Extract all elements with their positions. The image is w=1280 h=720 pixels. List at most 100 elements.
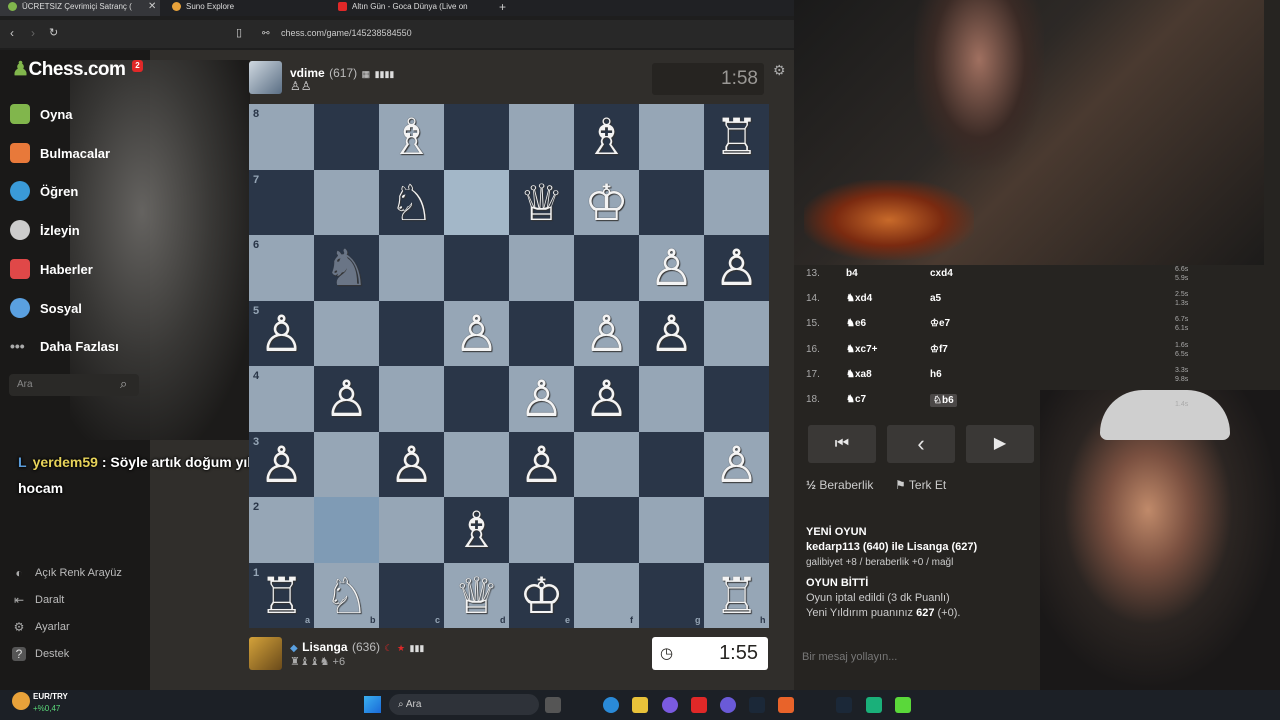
- board-square[interactable]: [509, 235, 574, 301]
- chess-piece[interactable]: ♙: [639, 235, 704, 301]
- bookmark-icon[interactable]: ▯: [236, 26, 242, 39]
- settings-button[interactable]: ⚙ Ayarlar: [12, 620, 70, 634]
- discord-icon[interactable]: [720, 697, 736, 713]
- next-move-button[interactable]: ▶: [966, 425, 1034, 463]
- app-icon-4[interactable]: [895, 697, 911, 713]
- board-square[interactable]: [444, 169, 509, 235]
- board-square[interactable]: [639, 104, 704, 170]
- black-move[interactable]: a5: [930, 293, 941, 304]
- sidebar-item-news[interactable]: Haberler: [10, 258, 93, 280]
- draw-offer-button[interactable]: ½ Beraberlik: [806, 478, 873, 492]
- board-square[interactable]: [444, 235, 509, 301]
- support-button[interactable]: ? Destek: [12, 647, 69, 661]
- steam-icon[interactable]: [749, 697, 765, 713]
- chess-piece[interactable]: ♗: [379, 104, 444, 170]
- chess-piece[interactable]: ♕: [509, 170, 574, 236]
- black-move[interactable]: cxd4: [930, 268, 953, 279]
- chess-piece[interactable]: ♔: [574, 170, 639, 236]
- chess-piece[interactable]: ♙: [704, 432, 769, 498]
- white-move[interactable]: ♞e6: [846, 318, 866, 329]
- white-move[interactable]: ♞c7: [846, 394, 866, 405]
- board-square[interactable]: [314, 431, 379, 497]
- collapse-button[interactable]: ⇤ Daralt: [12, 593, 64, 607]
- sidebar-item-puzzles[interactable]: Bulmacalar: [10, 142, 110, 164]
- chess-logo[interactable]: ♟Chess.com: [12, 58, 126, 81]
- file-explorer-icon[interactable]: [632, 697, 648, 713]
- app-icon-3[interactable]: [866, 697, 882, 713]
- edge-icon[interactable]: [603, 697, 619, 713]
- browser-tab-chess[interactable]: ÜCRETSIZ Çevrimiçi Satranç (: [0, 0, 160, 16]
- chess-piece[interactable]: ♙: [444, 301, 509, 367]
- black-move[interactable]: h6: [930, 369, 942, 380]
- url-field[interactable]: chess.com/game/145238584550: [281, 28, 412, 38]
- white-move[interactable]: ♞xd4: [846, 293, 872, 304]
- site-info-icon[interactable]: ⚯: [262, 28, 270, 39]
- chess-piece[interactable]: ♗: [574, 104, 639, 170]
- chess-piece[interactable]: ♙: [574, 301, 639, 367]
- chat-message-input[interactable]: Bir mesaj yollayın...: [802, 651, 897, 663]
- board-settings-gear-icon[interactable]: ⚙: [773, 62, 786, 79]
- chess-piece[interactable]: ♖: [704, 104, 769, 170]
- task-view-icon[interactable]: [545, 697, 561, 713]
- board-square[interactable]: [379, 300, 444, 366]
- brave-icon[interactable]: [778, 697, 794, 713]
- board-square[interactable]: [574, 497, 639, 563]
- taskbar-search[interactable]: ⌕ Ara: [389, 694, 539, 715]
- board-square[interactable]: [639, 431, 704, 497]
- board-square[interactable]: [574, 431, 639, 497]
- chess-piece[interactable]: ♗: [444, 497, 509, 563]
- sidebar-item-learn[interactable]: Öğren: [10, 180, 78, 202]
- black-move[interactable]: ♔f7: [930, 344, 948, 355]
- search-icon[interactable]: ⌕: [120, 376, 127, 392]
- chess-piece[interactable]: ♙: [379, 432, 444, 498]
- close-tab-icon[interactable]: ✕: [148, 1, 156, 12]
- chess-piece[interactable]: ♘: [379, 170, 444, 236]
- sidebar-item-watch[interactable]: İzleyin: [10, 219, 80, 241]
- app-icon[interactable]: [662, 697, 678, 713]
- board-square[interactable]: [574, 235, 639, 301]
- board-square[interactable]: [314, 169, 379, 235]
- board-square[interactable]: [444, 104, 509, 170]
- board-square[interactable]: [444, 431, 509, 497]
- board-square[interactable]: [509, 497, 574, 563]
- board-square[interactable]: [509, 300, 574, 366]
- bottom-player-info[interactable]: ◆ Lisanga (636) ☾ ★ ▮▮▮: [290, 638, 424, 656]
- sidebar-item-social[interactable]: Sosyal: [10, 297, 82, 319]
- browser-tab-youtube[interactable]: Altın Gün - Goca Dünya (Live on: [338, 0, 483, 16]
- browser-tab-suno[interactable]: Suno Explore: [172, 0, 322, 16]
- board-square[interactable]: [704, 497, 769, 563]
- notification-badge[interactable]: 2: [132, 60, 143, 72]
- chess-piece[interactable]: ♙: [574, 366, 639, 432]
- board-square[interactable]: [704, 169, 769, 235]
- reload-icon[interactable]: ↻: [49, 26, 58, 39]
- board-square[interactable]: [639, 497, 704, 563]
- board-square[interactable]: [314, 300, 379, 366]
- board-square[interactable]: [444, 366, 509, 432]
- light-theme-toggle[interactable]: ◐ Açık Renk Arayüz: [12, 566, 121, 580]
- board-square[interactable]: [704, 300, 769, 366]
- bottom-player-avatar[interactable]: [249, 637, 282, 670]
- chess-piece[interactable]: ♙: [509, 432, 574, 498]
- board-square[interactable]: [314, 104, 379, 170]
- black-move[interactable]: ♘b6: [930, 394, 957, 407]
- board-square[interactable]: [704, 366, 769, 432]
- forward-arrow-icon[interactable]: ›: [31, 26, 35, 40]
- chess-piece[interactable]: ♞: [314, 235, 379, 301]
- white-move[interactable]: ♞xa8: [846, 369, 872, 380]
- chess-piece[interactable]: ♙: [704, 235, 769, 301]
- board-square[interactable]: [379, 235, 444, 301]
- sidebar-item-play[interactable]: Oyna: [10, 103, 73, 125]
- steam-icon-2[interactable]: [836, 697, 852, 713]
- chess-piece[interactable]: ♙: [639, 301, 704, 367]
- chess-board[interactable]: ♗ ♗ ♖ ♘ ♕ ♔ ♞ ♙ ♙ ♙ ♙ ♙ ♙ ♙ ♙ ♙ ♙ ♙ ♙ ♙ ♗ ♖ ♘ ♕ ♔ ♖ 8 7 6 5 4 3 2 1 a b c d e f…: [249, 104, 769, 628]
- board-square[interactable]: [509, 104, 574, 170]
- app-icon-2[interactable]: [691, 697, 707, 713]
- chess-piece[interactable]: ♙: [509, 366, 574, 432]
- sidebar-item-more[interactable]: ••• Daha Fazlası: [10, 335, 119, 357]
- black-move[interactable]: ♔e7: [930, 318, 950, 329]
- board-square[interactable]: [379, 366, 444, 432]
- white-move[interactable]: b4: [846, 268, 858, 279]
- previous-move-button[interactable]: ‹: [887, 425, 955, 463]
- windows-start-icon[interactable]: [364, 696, 381, 713]
- back-arrow-icon[interactable]: ‹: [10, 26, 14, 40]
